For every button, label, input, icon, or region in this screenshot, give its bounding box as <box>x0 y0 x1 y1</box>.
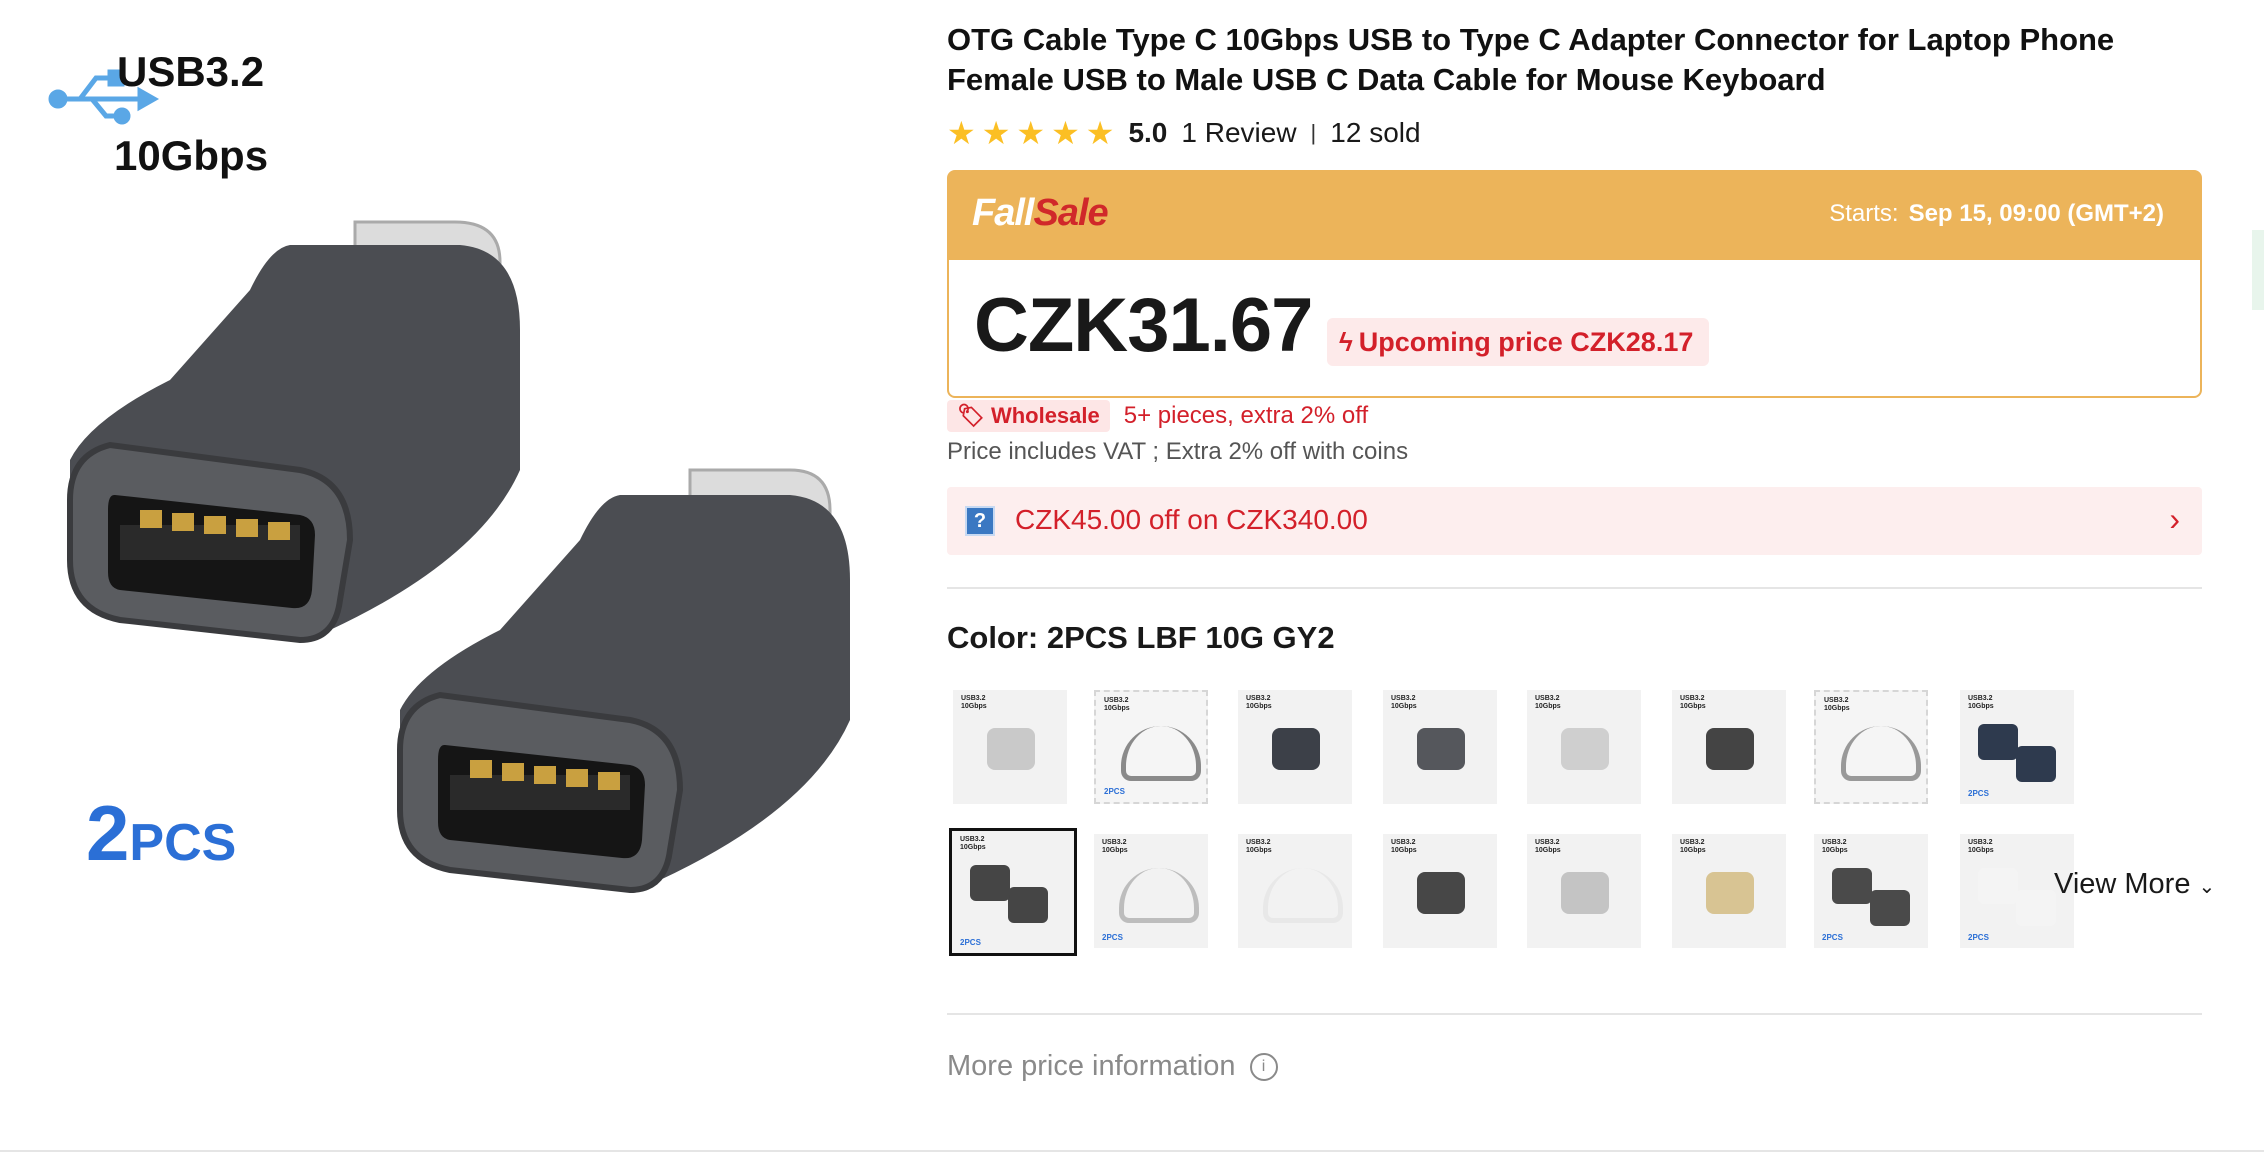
color-swatch[interactable]: USB3.2 10Gbps 2PCS <box>949 828 1077 956</box>
upcoming-price-text: Upcoming price CZK28.17 <box>1358 326 1694 357</box>
usb-version-label: USB3.2 <box>117 48 265 95</box>
swatch-usb-label: USB3.2 10Gbps <box>1968 839 1994 854</box>
swatch-product-image <box>970 865 1010 901</box>
vat-info: Price includes VAT ; Extra 2% off with c… <box>947 438 1409 465</box>
product-title: OTG Cable Type C 10Gbps USB to Type C Ad… <box>947 22 2115 97</box>
star-icon: ★ <box>1051 115 1080 151</box>
color-swatch[interactable]: USB3.2 10Gbps 2PCS <box>1960 690 2074 804</box>
color-selection-label: Color: 2PCS LBF 10G GY2 <box>947 620 1335 655</box>
swatch-pack-label: 2PCS <box>1104 787 1125 796</box>
swatch-product-image <box>1978 868 2018 904</box>
swatch-product-image <box>1263 868 1343 923</box>
color-swatch[interactable]: USB3.2 10Gbps 2PCS <box>1814 834 1928 948</box>
star-icon: ★ <box>1085 115 1115 151</box>
swatch-usb-label: USB3.2 10Gbps <box>1246 839 1272 854</box>
swatch-usb-label: USB3.2 10Gbps <box>1680 695 1706 710</box>
swatch-product-image <box>1561 728 1609 770</box>
swatch-usb-label: USB3.2 10Gbps <box>1535 695 1561 710</box>
sold-count: 12 sold <box>1330 117 1421 148</box>
sale-banner: FallSale Starts: Sep 15, 09:00 (GMT+2) <box>947 170 2202 260</box>
chevron-down-icon: ⌄ <box>2198 876 2216 898</box>
swatch-usb-label: USB3.2 10Gbps <box>1824 697 1850 712</box>
swatch-usb-label: USB3.2 10Gbps <box>1822 839 1848 854</box>
divider <box>0 1150 2264 1152</box>
color-swatch[interactable]: USB3.2 10Gbps <box>953 690 1067 804</box>
coupon-row[interactable]: ? CZK45.00 off on CZK340.00 › <box>947 487 2202 555</box>
price-box: CZK31.67 ϟ Upcoming price CZK28.17 <box>947 260 2202 398</box>
swatch-product-image <box>1561 872 1609 914</box>
color-swatch[interactable]: USB3.2 10Gbps <box>1814 690 1928 804</box>
swatch-usb-label: USB3.2 10Gbps <box>1391 695 1417 710</box>
current-price: CZK31.67 <box>974 283 1313 368</box>
adapter-back <box>67 220 520 644</box>
lightning-icon: ϟ <box>1339 326 1353 357</box>
swatch-usb-label: USB3.2 10Gbps <box>1391 839 1417 854</box>
swatch-product-image <box>1978 724 2018 760</box>
wholesale-discount-text: 5+ pieces, extra 2% off <box>1123 402 1369 429</box>
swatch-pack-label: 2PCS <box>1102 933 1123 942</box>
color-swatch[interactable]: USB3.2 10Gbps 2PCS <box>1094 834 1208 948</box>
swatch-product-image <box>1706 872 1754 914</box>
swatch-product-image <box>1841 726 1921 781</box>
coupon-text: CZK45.00 off on CZK340.00 <box>1015 504 1368 535</box>
swatch-usb-label: USB3.2 10Gbps <box>1968 695 1994 710</box>
swatch-product-image <box>1417 728 1465 770</box>
swatch-usb-label: USB3.2 10Gbps <box>961 695 987 710</box>
tag-icon: 🏷 <box>957 403 985 428</box>
color-swatch[interactable]: USB3.2 10Gbps <box>1672 834 1786 948</box>
swatch-product-image <box>1272 728 1320 770</box>
fall-sale-logo: FallSale <box>972 192 1109 234</box>
star-icon: ★ <box>1016 115 1046 151</box>
swatch-usb-label: USB3.2 10Gbps <box>1680 839 1706 854</box>
rating-score: 5.0 <box>1128 117 1168 148</box>
swatch-usb-label: USB3.2 10Gbps <box>1246 695 1272 710</box>
swatch-product-image <box>987 728 1035 770</box>
swatch-product-image <box>1417 872 1465 914</box>
swatch-product-image <box>1832 868 1872 904</box>
swatch-product-image <box>1706 728 1754 770</box>
speed-label: 10Gbps <box>114 132 269 179</box>
sale-start-time: Starts: Sep 15, 09:00 (GMT+2) <box>1829 200 2164 227</box>
color-swatch[interactable]: USB3.2 10Gbps <box>1527 834 1641 948</box>
color-swatch[interactable]: USB3.2 10Gbps <box>1238 690 1352 804</box>
view-more-button[interactable]: View More ⌄ <box>2054 868 2215 901</box>
swatch-usb-label: USB3.2 10Gbps <box>960 836 986 851</box>
chevron-right-icon[interactable]: › <box>2169 501 2180 538</box>
star-icon: ★ <box>947 115 976 151</box>
side-panel-edge <box>2252 230 2264 310</box>
upcoming-price-badge: ϟ Upcoming price CZK28.17 <box>1327 318 1710 366</box>
color-swatch[interactable]: USB3.2 10Gbps 2PCS <box>1094 690 1208 804</box>
divider <box>947 587 2202 589</box>
rating-row: ★ ★ ★ ★ ★ 5.0 1 Review | 12 sold <box>947 112 1421 154</box>
swatch-pack-label: 2PCS <box>1968 933 1989 942</box>
separator: | <box>1310 120 1317 145</box>
swatch-product-image <box>1119 868 1199 923</box>
swatch-pack-label: 2PCS <box>960 938 981 947</box>
wholesale-row: 🏷 Wholesale 5+ pieces, extra 2% off <box>947 400 1368 432</box>
divider <box>947 1013 2202 1015</box>
wholesale-tag: 🏷 Wholesale <box>947 400 1110 432</box>
swatch-product-image <box>1121 726 1201 781</box>
more-price-info-link[interactable]: More price information i <box>947 1050 1278 1083</box>
color-swatch[interactable]: USB3.2 10Gbps <box>1238 834 1352 948</box>
color-swatch[interactable]: USB3.2 10Gbps <box>1672 690 1786 804</box>
pack-count-label: 2PCS <box>86 789 237 877</box>
swatch-pack-label: 2PCS <box>1822 933 1843 942</box>
info-icon[interactable]: i <box>1249 1052 1278 1081</box>
color-swatch[interactable]: USB3.2 10Gbps <box>1527 690 1641 804</box>
swatch-usb-label: USB3.2 10Gbps <box>1535 839 1561 854</box>
color-swatch[interactable]: USB3.2 10Gbps <box>1383 690 1497 804</box>
swatch-usb-label: USB3.2 10Gbps <box>1104 697 1130 712</box>
star-icon: ★ <box>981 115 1011 151</box>
swatch-pack-label: 2PCS <box>1968 789 1989 798</box>
swatch-usb-label: USB3.2 10Gbps <box>1102 839 1128 854</box>
reviews-link[interactable]: 1 Review <box>1181 117 1296 149</box>
color-swatch[interactable]: USB3.2 10Gbps <box>1383 834 1497 948</box>
coupon-icon: ? <box>965 506 995 536</box>
main-product-image[interactable]: USB3.2 10Gbps 2PCS <box>0 0 900 960</box>
